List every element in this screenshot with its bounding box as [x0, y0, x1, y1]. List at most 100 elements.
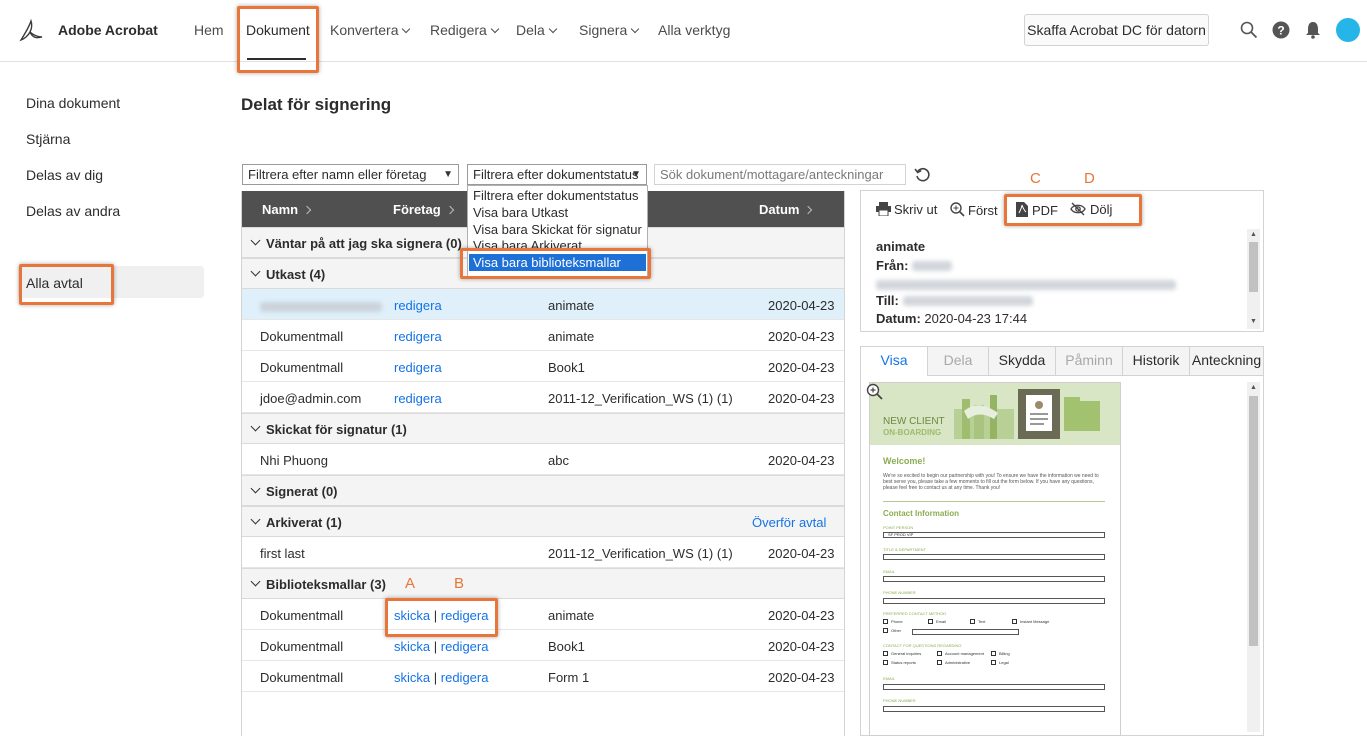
preview-scrollbar-thumb[interactable] [1249, 396, 1258, 646]
from-label: Från: [876, 258, 909, 273]
nav-share[interactable]: Dela [516, 22, 558, 38]
highlight-library-templates-option [460, 248, 651, 279]
status-filter-select[interactable]: Filtrera efter dokumentstatus ▼ [467, 164, 647, 185]
row-actions: skicka | redigera [394, 670, 488, 685]
form-field [883, 576, 1105, 582]
edit-link[interactable]: redigera [394, 298, 442, 313]
brand-name[interactable]: Adobe Acrobat [58, 22, 158, 38]
checkbox: Administrative [937, 660, 970, 666]
row-name: jdoe@admin.com [260, 391, 362, 406]
nav-edit[interactable]: Redigera [430, 22, 500, 38]
column-header-company[interactable]: Företag [393, 202, 454, 217]
date-label: Datum: [876, 311, 921, 326]
field-label: EMAIL [883, 569, 896, 574]
acrobat-logo-icon[interactable] [18, 18, 44, 44]
nav-all-tools[interactable]: Alla verktyg [658, 22, 730, 38]
table-row[interactable]: redigera animate 2020-04-23 [242, 289, 844, 320]
tab-view[interactable]: Visa [861, 347, 928, 376]
form-field [912, 629, 1019, 635]
dropdown-option[interactable]: Visa bara Skickat för signatur [473, 222, 642, 237]
search-icon[interactable] [1240, 21, 1258, 39]
nav-edit-label: Redigera [430, 22, 487, 38]
zoom-in-icon[interactable] [866, 383, 884, 401]
tab-share[interactable]: Dela [928, 347, 989, 376]
detail-scrollbar-thumb[interactable] [1249, 242, 1258, 292]
edit-link[interactable]: redigera [394, 391, 442, 406]
preview-section-title: Contact Information [883, 509, 959, 518]
form-field [883, 554, 1105, 560]
group-label: Arkiverat (1) [266, 515, 342, 530]
preview-intro: We're so excited to begin our partnershi… [883, 473, 1099, 491]
nav-convert[interactable]: Konvertera [330, 22, 411, 38]
table-row[interactable]: Dokumentmall skicka | redigera Form 1 20… [242, 661, 844, 692]
column-header-name[interactable]: Namn [262, 202, 312, 217]
group-label: Skickat för signatur (1) [266, 422, 407, 437]
blurred-name [260, 300, 382, 315]
separator: | [433, 639, 438, 654]
field-label: TITLE & DEPARTMENT [883, 547, 926, 552]
edit-link[interactable]: redigera [441, 670, 489, 685]
name-filter-select[interactable]: Filtrera efter namn eller företag ▼ [242, 164, 459, 185]
transfer-agreement-link[interactable]: Överför avtal [752, 515, 826, 530]
chevron-down-icon [250, 483, 261, 494]
nav-sign[interactable]: Signera [579, 22, 640, 38]
refresh-icon[interactable] [914, 166, 931, 183]
scroll-down-icon[interactable]: ▼ [1250, 318, 1257, 325]
print-button[interactable]: Skriv ut [876, 202, 937, 217]
form-field: SF PROD VIP [883, 532, 1105, 538]
table-row[interactable]: jdoe@admin.com redigera 2011-12_Verifica… [242, 382, 844, 413]
preview-tabs: Visa Dela Skydda Påminn Historik Anteckn… [861, 347, 1263, 376]
nav-home[interactable]: Hem [194, 22, 224, 38]
send-link[interactable]: skicka [394, 670, 430, 685]
table-row[interactable]: Dokumentmall redigera animate 2020-04-23 [242, 320, 844, 351]
table-row[interactable]: first last 2011-12_Verification_WS (1) (… [242, 537, 844, 568]
column-header-date-label: Datum [759, 202, 800, 217]
row-name: Dokumentmall [260, 670, 344, 685]
field-label: EMAIL [883, 676, 896, 681]
dropdown-option[interactable]: Filtrera efter dokumentstatus [473, 188, 638, 203]
scroll-up-icon[interactable]: ▲ [1250, 231, 1257, 238]
table-row[interactable]: Dokumentmall skicka | redigera animate 2… [242, 599, 844, 630]
group-header-archived[interactable]: Arkiverat (1) Överför avtal [242, 506, 844, 537]
group-header-sent[interactable]: Skickat för signatur (1) [242, 413, 844, 444]
tab-remind[interactable]: Påminn [1056, 347, 1123, 376]
get-acrobat-button[interactable]: Skaffa Acrobat DC för datorn [1024, 14, 1209, 46]
edit-link[interactable]: redigera [394, 329, 442, 344]
chevron-right-icon [302, 205, 312, 215]
sidebar-item-starred[interactable]: Stjärna [26, 131, 70, 147]
document-preview[interactable]: NEW CLIENT ON-BOARDING Welcome! We're so… [869, 382, 1121, 736]
column-header-name-label: Namn [262, 202, 299, 217]
table-row[interactable]: Dokumentmall redigera Book1 2020-04-23 [242, 351, 844, 382]
tab-history[interactable]: Historik [1123, 347, 1190, 376]
table-row[interactable]: Nhi Phuong abc 2020-04-23 [242, 444, 844, 475]
edit-link[interactable]: redigera [394, 360, 442, 375]
nav-all-tools-label: Alla verktyg [658, 22, 731, 38]
bell-icon[interactable] [1305, 21, 1321, 39]
date-row: Datum: 2020-04-23 17:44 [876, 311, 1027, 326]
group-header-library-templates[interactable]: Biblioteksmallar (3) [242, 568, 844, 599]
tab-protect[interactable]: Skydda [989, 347, 1056, 376]
avatar[interactable] [1336, 18, 1360, 42]
table-row[interactable]: Dokumentmall skicka | redigera Book1 202… [242, 630, 844, 661]
column-header-company-label: Företag [393, 202, 441, 217]
zoom-button[interactable]: Först [950, 202, 998, 218]
scroll-up-icon[interactable]: ▲ [1250, 384, 1257, 391]
search-input[interactable]: Sök dokument/mottagare/anteckningar [654, 164, 906, 185]
group-header-signed[interactable]: Signerat (0) [242, 475, 844, 506]
dropdown-option[interactable]: Visa bara Utkast [473, 205, 568, 220]
row-name: Dokumentmall [260, 360, 344, 375]
sidebar-item-shared-by-others[interactable]: Delas av andra [26, 203, 120, 219]
tab-notes[interactable]: Anteckning [1190, 347, 1263, 376]
agreement-name: animate [876, 239, 926, 254]
top-bar: Adobe Acrobat Hem Dokument Konvertera Re… [0, 0, 1367, 62]
column-header-date[interactable]: Datum [759, 202, 813, 217]
sidebar-item-shared-by-you[interactable]: Delas av dig [26, 167, 103, 183]
row-date: 2020-04-23 [768, 329, 835, 344]
row-name: Nhi Phuong [260, 453, 328, 468]
field-label: CONTACT FOR QUESTIONS REGARDING [883, 643, 962, 648]
sidebar-item-your-documents[interactable]: Dina dokument [26, 95, 120, 111]
edit-link[interactable]: redigera [441, 639, 489, 654]
help-icon[interactable]: ? [1272, 21, 1290, 39]
form-field [883, 598, 1105, 604]
send-link[interactable]: skicka [394, 639, 430, 654]
